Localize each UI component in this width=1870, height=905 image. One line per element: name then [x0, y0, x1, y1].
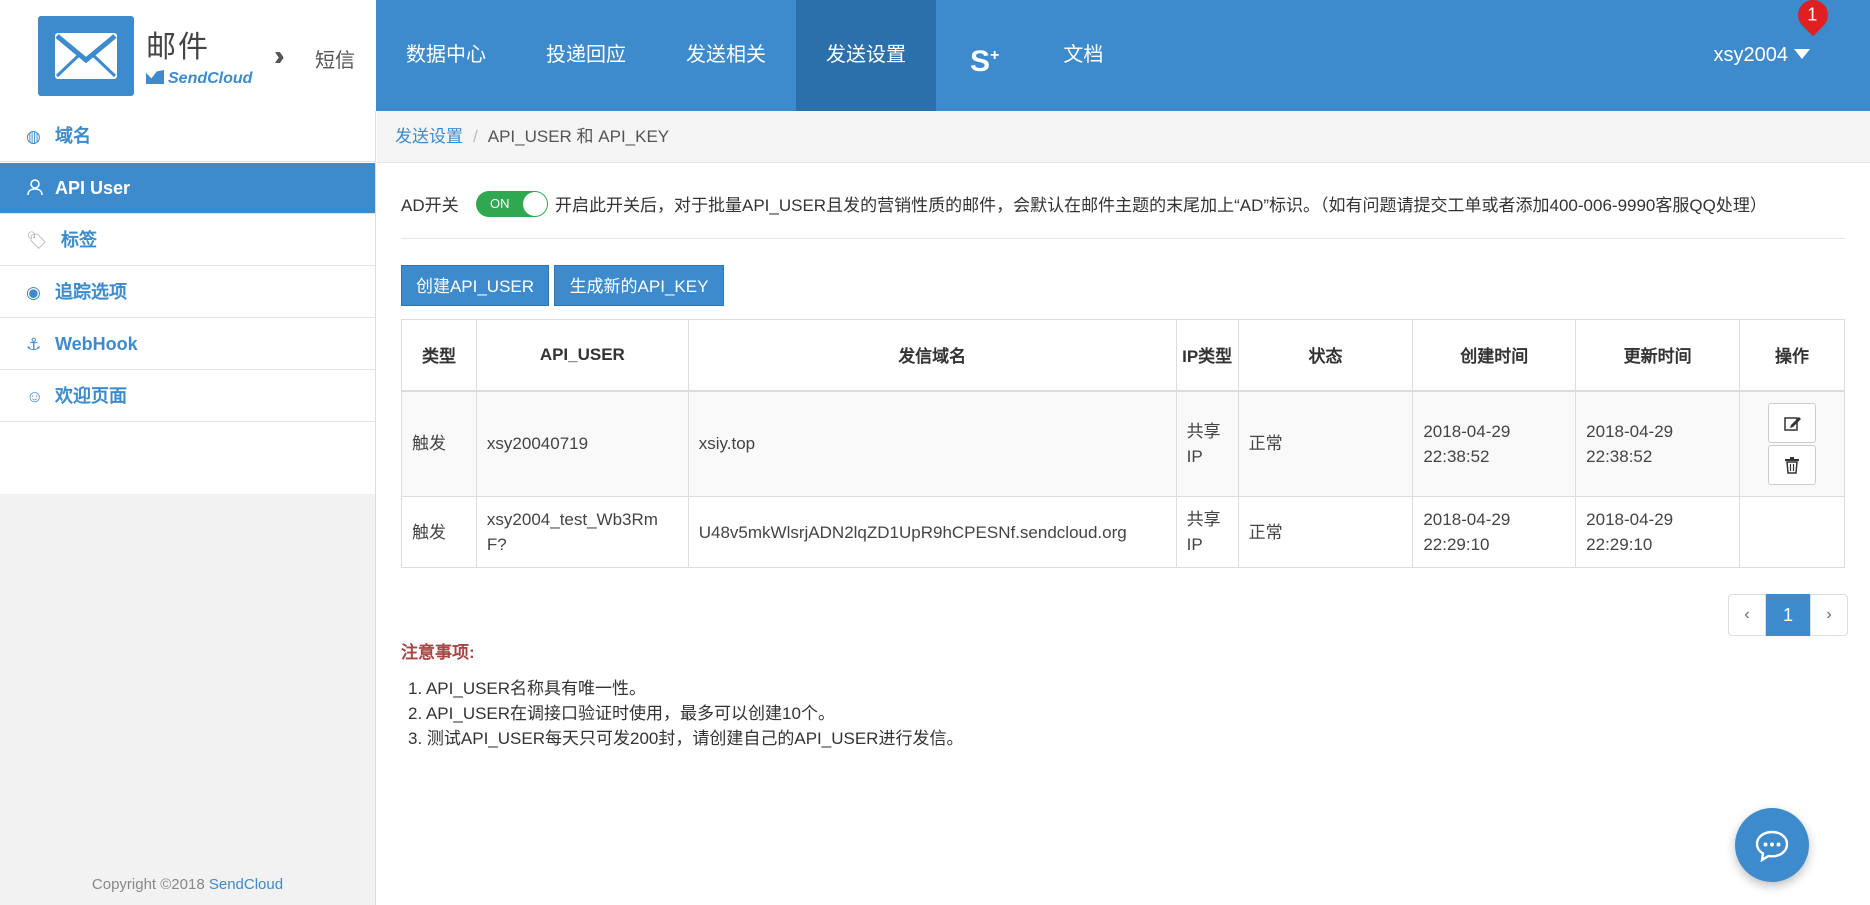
- notes-list: 1. API_USER名称具有唯一性。 2. API_USER在调接口验证时使用…: [408, 676, 963, 751]
- api-user-table: 类型 API_USER 发信域名 IP类型 状态 创建时间 更新时间 操作 触发…: [401, 319, 1845, 568]
- cell-api-user: xsy20040719: [475, 390, 689, 497]
- list-item: 3. 测试API_USER每天只可发200封，请创建自己的API_USER进行发…: [408, 729, 964, 748]
- brand-title: 邮件: [146, 31, 210, 64]
- list-item: 1. API_USER名称具有唯一性。: [408, 679, 647, 698]
- ad-switch-row: AD开关 ON 开启此开关后，对于批量API_USER且发的营销性质的邮件，会默…: [401, 189, 1845, 239]
- double-chevron-right-icon[interactable]: ››: [274, 40, 284, 72]
- breadcrumb-parent[interactable]: 发送设置: [395, 127, 463, 146]
- sidebar-item-tags[interactable]: 🏷︎ 标签: [0, 215, 375, 266]
- notification-count: 1: [1807, 4, 1818, 25]
- cell-created: 2018-04-29 22:38:52: [1412, 390, 1577, 497]
- chat-button[interactable]: [1735, 808, 1809, 882]
- cell-created: 2018-04-29 22:29:10: [1412, 496, 1577, 568]
- edit-button[interactable]: [1768, 402, 1816, 443]
- brand-area: 邮件 SendCloud ›› 短信: [0, 0, 376, 111]
- anchor-icon: ⚓︎: [26, 335, 42, 354]
- switch-sms-link[interactable]: 短信: [315, 44, 355, 73]
- pagination-next[interactable]: ›: [1810, 594, 1848, 636]
- column-header: 状态: [1237, 319, 1414, 392]
- cell-type: 触发: [401, 390, 477, 497]
- sidebar-item-label: 域名: [55, 126, 91, 146]
- sidebar-item-label: API User: [55, 178, 131, 198]
- edit-icon: [1784, 416, 1801, 431]
- sidebar: ◍ 域名 API User 🏷︎ 标签 ◉ 追踪选项 ⚓︎ WebHook ☺︎ 欢迎页面…: [0, 111, 376, 905]
- column-header: 创建时间: [1412, 319, 1577, 392]
- ad-switch-label: AD开关: [401, 196, 459, 215]
- breadcrumb-current: API_USER 和 API_KEY: [487, 127, 670, 146]
- sidebar-item-welcome-page[interactable]: ☺︎ 欢迎页面: [0, 371, 375, 422]
- column-header: API_USER: [475, 319, 689, 392]
- column-header: IP类型: [1175, 319, 1239, 392]
- nav-item-s-plus[interactable]: S+: [936, 0, 1033, 111]
- cell-api-user: xsy2004_test_Wb3RmF?: [475, 496, 689, 568]
- sidebar-item-label: 追踪选项: [55, 282, 127, 302]
- pagination-prev[interactable]: ‹: [1728, 594, 1766, 636]
- cell-status: 正常: [1237, 496, 1414, 568]
- notes-title: 注意事项:: [401, 643, 475, 662]
- pagination: ‹ 1 ›: [1728, 594, 1848, 636]
- main-nav: 数据中心 投递回应 发送相关 发送设置 S+ 文档: [376, 0, 1133, 111]
- cell-ip-type: 共享IP: [1175, 390, 1239, 497]
- user-name: xsy2004: [1713, 44, 1789, 66]
- sendcloud-logo-icon: [146, 70, 164, 84]
- column-header: 发信域名: [687, 319, 1177, 392]
- sidebar-item-label: WebHook: [55, 334, 138, 354]
- nav-item-docs[interactable]: 文档: [1033, 0, 1133, 111]
- cell-status: 正常: [1237, 390, 1414, 497]
- cell-updated: 2018-04-29 22:29:10: [1575, 496, 1741, 568]
- eye-icon: ◉: [26, 283, 41, 302]
- user-menu[interactable]: xsy2004: [1713, 0, 1810, 111]
- table-header-row: 类型 API_USER 发信域名 IP类型 状态 创建时间 更新时间 操作: [401, 319, 1845, 392]
- s-plus-label: S: [970, 45, 991, 78]
- cell-actions: [1739, 496, 1845, 568]
- sidebar-item-domains[interactable]: ◍ 域名: [0, 111, 375, 162]
- ad-toggle-state: ON: [490, 196, 510, 211]
- cell-domain: U48v5mkWlsrjADN2lqZD1UpR9hCPESNf.sendclo…: [687, 496, 1177, 568]
- cell-domain: xsiy.top: [687, 390, 1177, 497]
- top-navbar: 邮件 SendCloud ›› 短信 数据中心 投递回应 发送相关 发送设置 S…: [0, 0, 1870, 111]
- copyright-text: Copyright ©2018: [91, 876, 205, 893]
- nav-item-sending[interactable]: 发送相关: [656, 0, 796, 111]
- trash-icon: [1785, 456, 1799, 474]
- nav-item-send-settings[interactable]: 发送设置: [796, 0, 936, 111]
- table-row: 触发 xsy2004_test_Wb3RmF? U48v5mkWlsrjADN2…: [401, 496, 1845, 568]
- sidebar-item-tracking[interactable]: ◉ 追踪选项: [0, 267, 375, 318]
- chat-bubble-icon: [1755, 830, 1789, 862]
- brand-subtitle-text: SendCloud: [168, 70, 253, 87]
- sidebar-item-label: 欢迎页面: [55, 386, 127, 406]
- globe-icon: ◍: [26, 127, 41, 146]
- column-header: 更新时间: [1575, 319, 1741, 392]
- mail-logo-icon[interactable]: [38, 16, 134, 96]
- cell-updated: 2018-04-29 22:38:52: [1575, 390, 1741, 497]
- nav-item-data-center[interactable]: 数据中心: [376, 0, 516, 111]
- breadcrumb-separator: /: [473, 127, 478, 146]
- plus-icon: +: [990, 47, 1000, 64]
- caret-down-icon: [1794, 49, 1810, 59]
- cell-type: 触发: [401, 496, 477, 568]
- sidebar-item-webhook[interactable]: ⚓︎ WebHook: [0, 319, 375, 370]
- pagination-page[interactable]: 1: [1766, 594, 1810, 636]
- cell-actions: [1739, 390, 1845, 497]
- copyright: Copyright ©2018 SendCloud: [0, 876, 375, 893]
- column-header: 操作: [1739, 319, 1845, 392]
- user-icon: [26, 163, 44, 214]
- nav-item-delivery-response[interactable]: 投递回应: [516, 0, 656, 111]
- brand-subtitle: SendCloud: [146, 70, 252, 88]
- table-row: 触发 xsy20040719 xsiy.top 共享IP 正常 2018-04-…: [401, 390, 1845, 497]
- sidebar-item-label: 标签: [61, 230, 97, 250]
- toggle-knob: [523, 192, 547, 216]
- cell-ip-type: 共享IP: [1175, 496, 1239, 568]
- delete-button[interactable]: [1768, 444, 1816, 485]
- copyright-link[interactable]: SendCloud: [209, 876, 283, 893]
- sidebar-item-api-user[interactable]: API User: [0, 163, 375, 214]
- create-api-user-button[interactable]: 创建API_USER: [401, 265, 549, 306]
- generate-api-key-button[interactable]: 生成新的API_KEY: [554, 265, 724, 306]
- column-header: 类型: [401, 319, 477, 392]
- tag-icon: 🏷︎: [26, 231, 48, 250]
- smile-icon: ☺︎: [26, 387, 44, 406]
- ad-toggle[interactable]: ON: [476, 191, 548, 217]
- list-item: 2. API_USER在调接口验证时使用，最多可以创建10个。: [408, 704, 835, 723]
- breadcrumb: 发送设置 / API_USER 和 API_KEY: [377, 111, 1870, 163]
- ad-description: 开启此开关后，对于批量API_USER且发的营销性质的邮件，会默认在邮件主题的末…: [555, 196, 1767, 215]
